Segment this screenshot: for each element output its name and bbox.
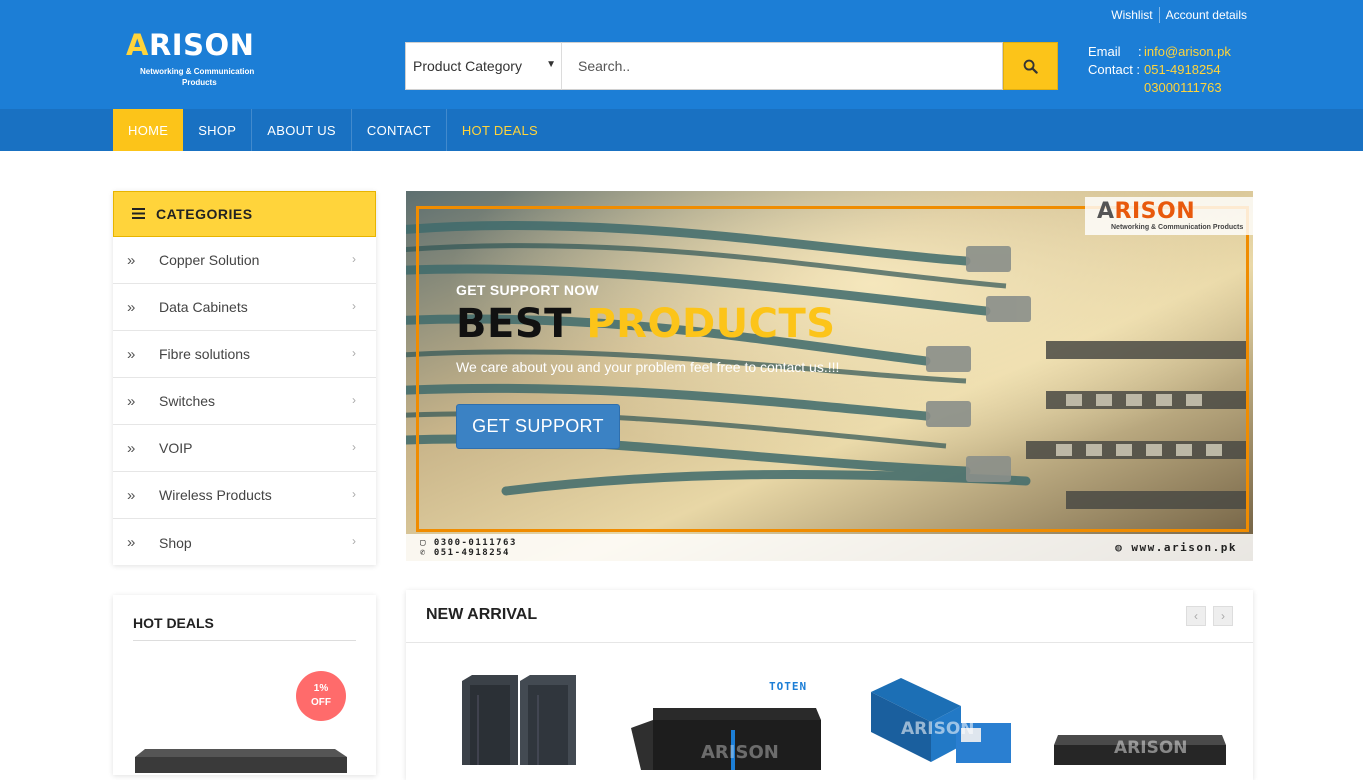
banner-website: ◍ www.arison.pk xyxy=(1115,541,1237,554)
nav-hot-deals[interactable]: HOT DEALS xyxy=(447,109,553,151)
double-chevron-right-icon: » xyxy=(127,345,136,363)
hot-deals-title: HOT DEALS xyxy=(133,615,214,631)
search-bar: Product Category ▼ xyxy=(405,42,1058,90)
product-category-select[interactable]: Product Category ▼ xyxy=(405,42,562,90)
banner-contact-strip: ▢ 0300-0111763 ✆ 051-4918254 ◍ www.ariso… xyxy=(406,534,1253,561)
wishlist-link[interactable]: Wishlist xyxy=(1105,8,1158,22)
category-item[interactable]: » VOIP › xyxy=(113,425,376,472)
chevron-right-icon: › xyxy=(1221,609,1225,623)
discount-badge: 1% OFF xyxy=(296,671,346,721)
contact-info: Email : info@arison.pk Contact : 051-491… xyxy=(1088,43,1231,97)
nav-contact[interactable]: CONTACT xyxy=(352,109,447,151)
banner-headline: BEST PRODUCTS xyxy=(456,301,836,347)
logo-wordmark: ARISON xyxy=(126,28,255,62)
new-arrival-title: NEW ARRIVAL xyxy=(426,606,538,623)
double-chevron-right-icon: » xyxy=(127,251,136,269)
divider xyxy=(406,642,1253,643)
product-image-fibre-adapter[interactable]: ARISON xyxy=(861,678,1016,768)
dropdown-caret-icon: ▼ xyxy=(546,59,556,70)
svg-text:ARISON: ARISON xyxy=(701,742,779,763)
brand-label: TOTEN xyxy=(769,680,808,693)
contact-label: Contact : xyxy=(1088,62,1141,77)
chevron-right-icon: › xyxy=(352,487,356,501)
hot-deal-product-image[interactable] xyxy=(135,743,349,773)
carousel-prev-button[interactable]: ‹ xyxy=(1186,606,1206,626)
banner-tagline: We care about you and your problem feel … xyxy=(456,359,840,375)
banner-logo: ARISON Networking & Communication Produc… xyxy=(1085,197,1253,235)
hero-banner[interactable]: ARISON Networking & Communication Produc… xyxy=(406,191,1253,561)
chevron-right-icon: › xyxy=(352,299,356,313)
main-nav: HOME SHOP ABOUT US CONTACT HOT DEALS xyxy=(0,109,1363,151)
chevron-right-icon: › xyxy=(352,440,356,454)
double-chevron-right-icon: » xyxy=(127,486,136,504)
chevron-left-icon: ‹ xyxy=(1194,609,1198,623)
logo-tagline-2: Products xyxy=(182,78,217,87)
category-item[interactable]: » Wireless Products › xyxy=(113,472,376,519)
site-header: Wishlist Account details ARISON Networki… xyxy=(0,0,1363,109)
divider xyxy=(133,640,356,641)
chevron-right-icon: › xyxy=(352,346,356,360)
email-link[interactable]: info@arison.pk xyxy=(1144,43,1231,61)
banner-phones: ▢ 0300-0111763 ✆ 051-4918254 xyxy=(420,538,517,558)
search-icon xyxy=(1023,59,1038,74)
chevron-right-icon: › xyxy=(352,393,356,407)
chevron-right-icon: › xyxy=(352,252,356,266)
carousel-next-button[interactable]: › xyxy=(1213,606,1233,626)
category-item[interactable]: » Data Cabinets › xyxy=(113,284,376,331)
nav-home[interactable]: HOME xyxy=(113,109,184,151)
category-item[interactable]: » Fibre solutions › xyxy=(113,331,376,378)
nav-shop[interactable]: SHOP xyxy=(183,109,253,151)
new-arrival-panel: NEW ARRIVAL ‹ › TOTEN ARISON ARISON ARIS… xyxy=(406,590,1253,780)
svg-text:ARISON: ARISON xyxy=(1114,738,1188,758)
account-details-link[interactable]: Account details xyxy=(1160,8,1253,22)
categories-panel: CATEGORIES » Copper Solution › » Data Cabin… xyxy=(113,191,376,565)
phone-link-1[interactable]: 051-4918254 xyxy=(1144,61,1221,79)
search-input[interactable] xyxy=(562,42,1003,90)
menu-icon xyxy=(132,206,145,222)
category-item[interactable]: » Copper Solution › xyxy=(113,237,376,284)
phone-link-2[interactable]: 03000111763 xyxy=(1144,79,1222,97)
top-links: Wishlist Account details xyxy=(1105,7,1253,23)
svg-text:ARISON: ARISON xyxy=(901,719,975,739)
double-chevron-right-icon: » xyxy=(127,534,136,551)
categories-header: CATEGORIES xyxy=(113,191,376,237)
search-button[interactable] xyxy=(1003,42,1058,90)
logo-tagline: Networking & Communication xyxy=(140,67,255,76)
hot-deals-panel: HOT DEALS 1% OFF xyxy=(113,595,376,775)
email-label: Email xyxy=(1088,44,1121,59)
product-image-rack[interactable] xyxy=(458,675,578,765)
categories-title: CATEGORIES xyxy=(156,206,253,222)
product-image-wall-cabinet[interactable]: ARISON xyxy=(631,700,826,770)
nav-about-us[interactable]: ABOUT US xyxy=(252,109,352,151)
double-chevron-right-icon: » xyxy=(127,392,136,410)
double-chevron-right-icon: » xyxy=(127,298,136,316)
banner-kicker: GET SUPPORT NOW xyxy=(456,282,599,298)
get-support-button[interactable]: GET SUPPORT xyxy=(456,404,620,449)
double-chevron-right-icon: » xyxy=(127,439,136,457)
site-logo[interactable]: ARISON Networking & Communication Produc… xyxy=(126,28,272,90)
category-item[interactable]: » Switches › xyxy=(113,378,376,425)
chevron-right-icon: › xyxy=(352,534,356,548)
category-item[interactable]: » Shop › xyxy=(113,519,376,566)
